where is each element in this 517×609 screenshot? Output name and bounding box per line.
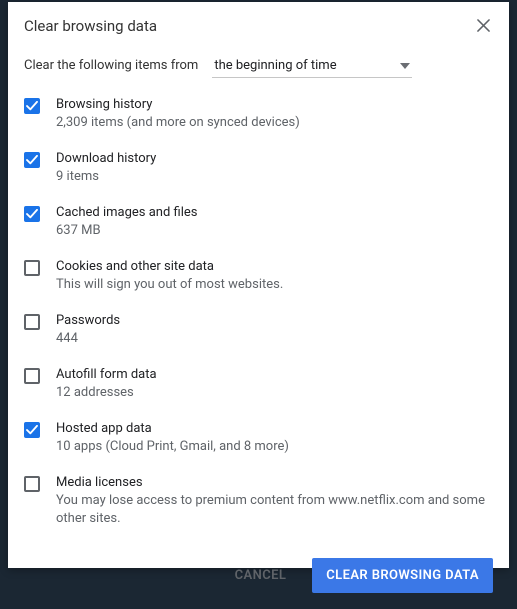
dialog-body: Clear the following items from the begin… — [8, 46, 509, 546]
time-range-selected-text: the beginning of time — [214, 58, 336, 73]
close-button[interactable] — [473, 16, 493, 36]
time-range-label: Clear the following items from — [24, 58, 198, 73]
item-label: Passwords — [56, 312, 493, 330]
item-text: Autofill form data12 addresses — [56, 366, 493, 402]
item-text: Browsing history2,309 items (and more on… — [56, 96, 493, 132]
items-list: Browsing history2,309 items (and more on… — [24, 96, 493, 528]
checkbox[interactable] — [24, 152, 40, 168]
checkbox[interactable] — [24, 314, 40, 330]
item-sublabel: This will sign you out of most websites. — [56, 276, 493, 294]
time-range-select[interactable]: the beginning of time — [212, 54, 412, 78]
item-row: Cached images and files637 MB — [24, 204, 493, 240]
item-label: Browsing history — [56, 96, 493, 114]
item-text: Download history9 items — [56, 150, 493, 186]
item-label: Cookies and other site data — [56, 258, 493, 276]
item-sublabel: 2,309 items (and more on synced devices) — [56, 114, 493, 132]
checkbox[interactable] — [24, 422, 40, 438]
item-row: Browsing history2,309 items (and more on… — [24, 96, 493, 132]
clear-browsing-data-button[interactable]: CLEAR BROWSING DATA — [312, 558, 493, 593]
item-text: Cached images and files637 MB — [56, 204, 493, 240]
item-sublabel: 12 addresses — [56, 384, 493, 402]
cancel-button[interactable]: CANCEL — [221, 558, 301, 593]
close-icon — [477, 17, 490, 36]
item-row: Download history9 items — [24, 150, 493, 186]
chevron-down-icon — [400, 58, 410, 73]
item-row: Cookies and other site dataThis will sig… — [24, 258, 493, 294]
item-sublabel: You may lose access to premium content f… — [56, 492, 493, 528]
item-label: Autofill form data — [56, 366, 493, 384]
item-text: Cookies and other site dataThis will sig… — [56, 258, 493, 294]
time-range-row: Clear the following items from the begin… — [24, 54, 493, 78]
item-text: Hosted app data10 apps (Cloud Print, Gma… — [56, 420, 493, 456]
item-sublabel: 9 items — [56, 168, 493, 186]
item-label: Download history — [56, 150, 493, 168]
item-row: Media licensesYou may lose access to pre… — [24, 474, 493, 528]
checkbox[interactable] — [24, 206, 40, 222]
checkbox[interactable] — [24, 98, 40, 114]
item-label: Hosted app data — [56, 420, 493, 438]
item-label: Media licenses — [56, 474, 493, 492]
item-text: Media licensesYou may lose access to pre… — [56, 474, 493, 528]
item-row: Autofill form data12 addresses — [24, 366, 493, 402]
item-sublabel: 637 MB — [56, 222, 493, 240]
dialog-title: Clear browsing data — [24, 17, 157, 35]
dialog-header: Clear browsing data — [8, 2, 509, 46]
item-sublabel: 10 apps (Cloud Print, Gmail, and 8 more) — [56, 438, 493, 456]
checkbox[interactable] — [24, 476, 40, 492]
dialog-footer: CANCEL CLEAR BROWSING DATA — [8, 546, 509, 609]
checkbox[interactable] — [24, 368, 40, 384]
item-sublabel: 444 — [56, 330, 493, 348]
item-label: Cached images and files — [56, 204, 493, 222]
clear-browsing-data-dialog: Clear browsing data Clear the following … — [8, 2, 509, 568]
item-text: Passwords444 — [56, 312, 493, 348]
item-row: Hosted app data10 apps (Cloud Print, Gma… — [24, 420, 493, 456]
checkbox[interactable] — [24, 260, 40, 276]
item-row: Passwords444 — [24, 312, 493, 348]
